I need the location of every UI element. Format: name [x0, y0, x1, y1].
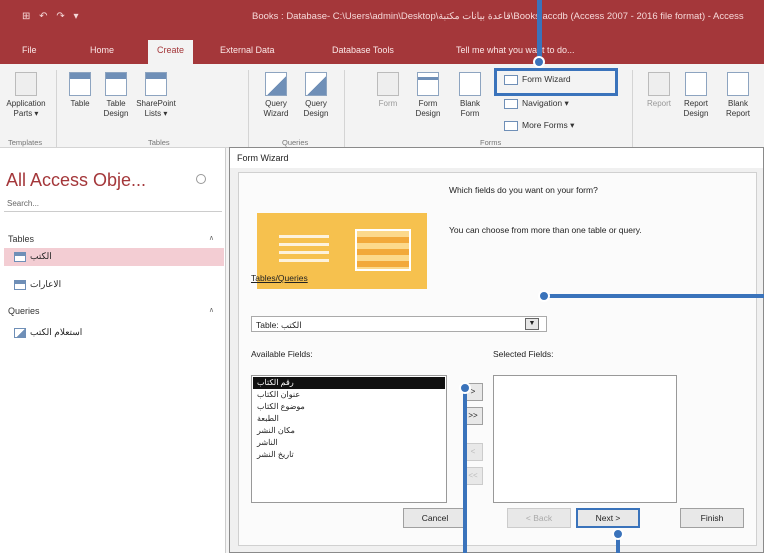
dropdown-arrow-icon[interactable]: ▼	[525, 318, 539, 330]
navigation-button[interactable]: Navigation ▾	[504, 98, 569, 109]
dialog-body: Which fields do you want on your form? Y…	[238, 172, 757, 546]
blank-form-button[interactable]: Blank Form	[452, 72, 488, 119]
list-item[interactable]: الناشر	[253, 437, 445, 449]
group-label-tables: Tables	[148, 138, 170, 147]
quick-access-toolbar[interactable]: ⊞ ↶ ↷ ▾	[22, 11, 82, 22]
tab-home[interactable]: Home	[90, 45, 114, 55]
table-icon	[14, 252, 26, 262]
dialog-title: Form Wizard	[230, 148, 763, 168]
callout-line	[537, 0, 542, 62]
report-design-icon	[685, 72, 707, 96]
list-item[interactable]: الطبعة	[253, 413, 445, 425]
tab-file[interactable]: File	[22, 45, 37, 55]
nav-section-tables[interactable]: Tables ∧	[8, 234, 222, 244]
nav-search-input[interactable]: Search...	[4, 196, 222, 212]
nav-pane-menu-icon[interactable]	[196, 174, 206, 184]
tables-queries-dropdown[interactable]: Table: الكتب	[251, 316, 547, 332]
list-item[interactable]: عنوان الكتاب	[253, 389, 445, 401]
nav-section-queries[interactable]: Queries ∧	[8, 306, 222, 316]
sharepoint-icon	[145, 72, 167, 96]
form-button[interactable]: Form	[372, 72, 404, 109]
group-label-templates: Templates	[8, 138, 43, 147]
window-title: Books : Database- C:\Users\admin\Desktop…	[252, 11, 744, 22]
blank-report-button[interactable]: Blank Report	[720, 72, 756, 119]
query-design-icon	[305, 72, 327, 96]
report-design-button[interactable]: Report Design	[678, 72, 714, 119]
tell-me-search[interactable]: Tell me what you want to do...	[456, 45, 575, 55]
collapse-chevron-icon: ∧	[208, 307, 214, 314]
form-icon	[377, 72, 399, 96]
report-icon	[648, 72, 670, 96]
query-wizard-icon	[265, 72, 287, 96]
tab-database-tools[interactable]: Database Tools	[332, 45, 394, 55]
nav-item-table[interactable]: الكتب	[4, 248, 224, 266]
wizard-art-form	[355, 229, 411, 271]
more-forms-button[interactable]: More Forms ▾	[504, 120, 574, 131]
title-bar: ⊞ ↶ ↷ ▾ Books : Database- C:\Users\admin…	[0, 0, 764, 36]
blank-report-icon	[727, 72, 749, 96]
list-item[interactable]: مكان النشر	[253, 425, 445, 437]
wizard-hint: You can choose from more than one table …	[449, 225, 642, 235]
tab-create[interactable]: Create	[148, 40, 194, 64]
list-item[interactable]: تاريخ النشر	[253, 449, 445, 461]
separator	[248, 70, 249, 148]
form-wizard-highlight	[494, 68, 618, 96]
nav-item-table[interactable]: الاعارات	[4, 276, 224, 294]
more-forms-icon	[504, 120, 518, 131]
table-design-icon	[105, 72, 127, 96]
separator	[56, 70, 57, 148]
table-design-button[interactable]: Table Design	[98, 72, 134, 119]
group-label-forms: Forms	[480, 138, 502, 147]
nav-item-query[interactable]: استعلام الكتب	[4, 324, 224, 342]
callout-dot	[612, 528, 624, 540]
list-item[interactable]: موضوع الكتاب	[253, 401, 445, 413]
navigation-pane: All Access Obje... Search... Tables ∧ ال…	[0, 148, 226, 553]
table-icon	[14, 280, 26, 290]
available-fields-label: Available Fields:	[251, 349, 313, 359]
sharepoint-lists-button[interactable]: SharePoint Lists ▾	[134, 72, 178, 119]
ribbon-tabs: File Home Create External Data Database …	[0, 36, 764, 64]
selected-fields-label: Selected Fields:	[493, 349, 554, 359]
collapse-chevron-icon: ∧	[208, 235, 214, 242]
separator	[632, 70, 633, 148]
finish-button[interactable]: Finish	[680, 508, 744, 528]
callout-dot	[533, 56, 545, 68]
application-parts-icon	[15, 72, 37, 96]
blank-form-icon	[459, 72, 481, 96]
nav-pane-title[interactable]: All Access Obje...	[6, 170, 146, 191]
table-icon	[69, 72, 91, 96]
navigation-icon	[504, 98, 518, 109]
separator	[344, 70, 345, 148]
back-button[interactable]: < Back	[507, 508, 571, 528]
cancel-button[interactable]: Cancel	[403, 508, 467, 528]
next-button[interactable]: Next >	[576, 508, 640, 528]
wizard-art-lines	[279, 235, 329, 263]
tables-queries-label: Tables/Queries	[251, 273, 308, 283]
wizard-question: Which fields do you want on your form?	[449, 185, 598, 195]
group-label-queries: Queries	[282, 138, 309, 147]
ribbon: Application Parts ▾ Table Table Design S…	[0, 64, 764, 148]
query-wizard-button[interactable]: Query Wizard	[258, 72, 294, 119]
table-button[interactable]: Table	[64, 72, 96, 109]
list-item[interactable]: رقم الكتاب	[253, 377, 445, 389]
available-fields-list[interactable]: رقم الكتاب عنوان الكتاب موضوع الكتاب الط…	[251, 375, 447, 503]
application-parts-button[interactable]: Application Parts ▾	[4, 72, 48, 119]
form-design-button[interactable]: Form Design	[410, 72, 446, 119]
form-wizard-dialog: Form Wizard Which fields do you want on …	[229, 147, 764, 553]
callout-dot	[459, 382, 471, 394]
selected-fields-list[interactable]	[493, 375, 677, 503]
form-design-icon	[417, 72, 439, 96]
report-button[interactable]: Report	[644, 72, 674, 109]
callout-line	[545, 294, 764, 298]
callout-dot	[538, 290, 550, 302]
query-design-button[interactable]: Query Design	[298, 72, 334, 119]
callout-line	[463, 388, 467, 553]
tab-external-data[interactable]: External Data	[220, 45, 275, 55]
query-icon	[14, 328, 26, 338]
